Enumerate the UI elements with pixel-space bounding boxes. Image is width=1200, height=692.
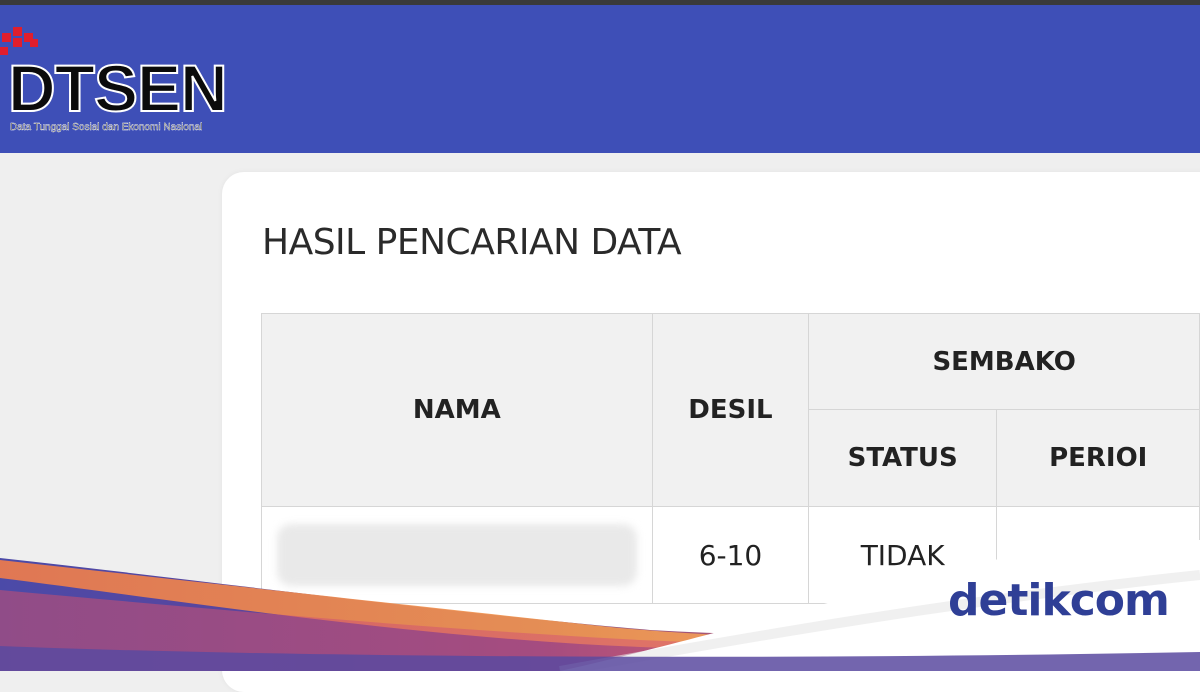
site-header: DTSEN Data Tunggal Sosial dan Ekonomi Na… xyxy=(0,5,1200,153)
column-header-nama: NAMA xyxy=(261,313,653,507)
page-title: HASIL PENCARIAN DATA xyxy=(262,222,682,263)
detikcom-watermark: detikcom xyxy=(948,575,1170,626)
dtsen-logo[interactable]: DTSEN Data Tunggal Sosial dan Ekonomi Na… xyxy=(0,25,260,145)
column-group-sembako: SEMBAKO xyxy=(808,313,1200,410)
column-header-status: STATUS xyxy=(808,409,998,507)
logo-subtitle: Data Tunggal Sosial dan Ekonomi Nasional xyxy=(10,122,203,133)
column-header-periode: PERIOI xyxy=(996,409,1200,507)
logo-wordmark: DTSEN xyxy=(7,51,229,125)
column-header-desil: DESIL xyxy=(651,313,810,507)
